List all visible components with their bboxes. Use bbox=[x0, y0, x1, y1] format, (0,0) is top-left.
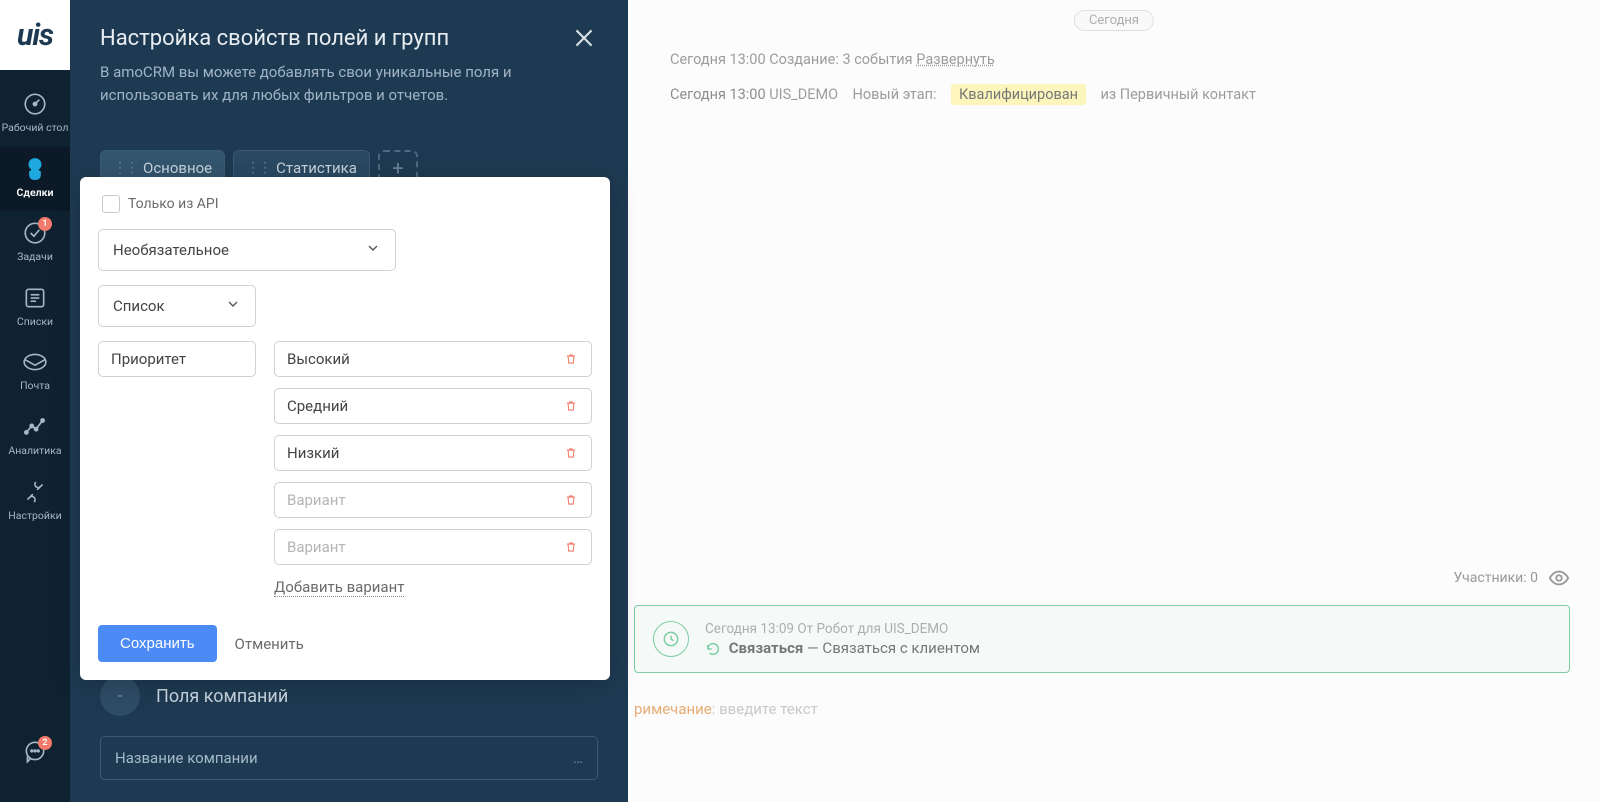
option-input-empty[interactable]: Вариант bbox=[274, 482, 592, 518]
section-title: Поля компаний bbox=[156, 686, 288, 707]
tab-label: Основное bbox=[143, 159, 212, 177]
company-icon bbox=[100, 676, 140, 716]
cancel-button[interactable]: Отменить bbox=[235, 635, 304, 653]
nav-label: Сделки bbox=[17, 187, 54, 200]
option-input-empty[interactable]: Вариант bbox=[274, 529, 592, 565]
field-name-input[interactable]: Приоритет bbox=[98, 341, 256, 377]
delete-icon[interactable] bbox=[563, 492, 579, 508]
nav-analytics[interactable]: Аналитика bbox=[0, 405, 70, 470]
timeline-row: Сегодня 13:00 Создание: 3 события Развер… bbox=[670, 48, 1570, 71]
required-select[interactable]: Необязательное bbox=[98, 229, 396, 271]
delete-icon[interactable] bbox=[563, 351, 579, 367]
task-action: Связаться bbox=[729, 639, 804, 657]
option-input[interactable]: Средний bbox=[274, 388, 592, 424]
timeline-text: Сегодня 13:00 Создание: 3 события bbox=[670, 51, 913, 68]
field-name-value: Приоритет bbox=[111, 350, 186, 368]
add-option-link[interactable]: Добавить вариант bbox=[274, 578, 404, 597]
task-main: Связаться — Связаться с клиентом bbox=[705, 639, 980, 657]
deals-icon bbox=[21, 155, 49, 183]
overlay-dim bbox=[628, 0, 1600, 802]
nav-label: Списки bbox=[17, 316, 53, 329]
close-button[interactable] bbox=[570, 24, 598, 52]
field-editor-modal: Только из API Необязательное Список Прио… bbox=[80, 177, 610, 680]
option-input[interactable]: Низкий bbox=[274, 435, 592, 471]
note-label: римечание bbox=[634, 700, 712, 718]
nav-lists[interactable]: Списки bbox=[0, 276, 70, 341]
tab-label: Статистика bbox=[276, 159, 357, 177]
expand-link[interactable]: Развернуть bbox=[916, 51, 995, 68]
timeline-label: Новый этап: bbox=[853, 86, 937, 103]
nav-chat[interactable]: 2 bbox=[0, 730, 70, 782]
nav-label: Настройки bbox=[8, 510, 61, 523]
logo-text: uis bbox=[17, 18, 53, 53]
api-only-label: Только из API bbox=[128, 196, 219, 212]
delete-icon[interactable] bbox=[563, 445, 579, 461]
chevron-down-icon bbox=[365, 240, 381, 260]
modal-actions: Сохранить Отменить bbox=[98, 625, 592, 662]
options-list: Высокий Средний Низкий Вариант bbox=[274, 341, 592, 597]
task-text: Сегодня 13:09 От Робот для UIS_DEMO Связ… bbox=[705, 621, 980, 657]
more-icon: … bbox=[573, 749, 583, 767]
nav-settings[interactable]: Настройки bbox=[0, 470, 70, 535]
logo-area: uis bbox=[0, 0, 70, 70]
option-input[interactable]: Высокий bbox=[274, 341, 592, 377]
lists-icon bbox=[21, 284, 49, 312]
task-card[interactable]: Сегодня 13:09 От Робот для UIS_DEMO Связ… bbox=[634, 605, 1570, 673]
nav-tasks[interactable]: 1 Задачи bbox=[0, 211, 70, 276]
panel-subtitle: В amoCRM вы можете добавлять свои уникал… bbox=[100, 61, 530, 106]
timeline-row: Сегодня 13:00 UIS_DEMO Новый этап: Квали… bbox=[670, 83, 1570, 106]
timeline-time: Сегодня 13:00 bbox=[670, 86, 766, 103]
reload-icon bbox=[705, 641, 721, 657]
note-row[interactable]: римечание: введите текст bbox=[634, 700, 818, 718]
nav-mail[interactable]: Почта bbox=[0, 340, 70, 405]
task-meta: Сегодня 13:09 От Робот для UIS_DEMO bbox=[705, 621, 980, 637]
select-value: Список bbox=[113, 297, 165, 315]
task-desc: — Связаться с клиентом bbox=[803, 639, 980, 657]
dashboard-icon bbox=[21, 90, 49, 118]
nav-label: Почта bbox=[20, 380, 50, 393]
clock-icon bbox=[653, 621, 689, 657]
status-chip: Квалифицирован bbox=[951, 84, 1086, 105]
chat-badge: 2 bbox=[38, 736, 52, 750]
analytics-icon bbox=[21, 413, 49, 441]
settings-icon bbox=[21, 478, 49, 506]
type-select[interactable]: Список bbox=[98, 285, 256, 327]
participants[interactable]: Участники: 0 bbox=[1454, 567, 1570, 589]
eye-icon bbox=[1548, 567, 1570, 589]
company-fields-section: Поля компаний bbox=[100, 676, 598, 716]
field-placeholder: Название компании bbox=[115, 749, 258, 767]
participants-label: Участники: 0 bbox=[1454, 570, 1538, 586]
timeline: Сегодня 13:00 Создание: 3 события Развер… bbox=[670, 48, 1570, 118]
select-value: Необязательное bbox=[113, 241, 229, 259]
option-value: Высокий bbox=[287, 350, 350, 368]
sidebar-nav: Рабочий стол Сделки 1 Задачи Списки По bbox=[0, 70, 70, 802]
tasks-badge: 1 bbox=[38, 217, 52, 231]
drag-handle-icon: ⋮⋮ bbox=[246, 160, 270, 176]
company-name-field[interactable]: Название компании … bbox=[100, 736, 598, 780]
option-value: Средний bbox=[287, 397, 348, 415]
deal-timeline-area: Сегодня Сегодня 13:00 Создание: 3 событи… bbox=[628, 0, 1600, 802]
mail-icon bbox=[21, 348, 49, 376]
option-placeholder: Вариант bbox=[287, 491, 346, 509]
panel-title: Настройка свойств полей и групп bbox=[100, 26, 598, 51]
nav-deals[interactable]: Сделки bbox=[0, 147, 70, 212]
today-chip: Сегодня bbox=[1074, 10, 1154, 31]
nav-label: Рабочий стол bbox=[2, 122, 69, 135]
nav-label: Задачи bbox=[17, 251, 53, 264]
note-placeholder: : введите текст bbox=[712, 700, 818, 718]
timeline-user: UIS_DEMO bbox=[769, 86, 838, 103]
chevron-down-icon bbox=[225, 296, 241, 316]
sidebar: uis Рабочий стол Сделки 1 Задачи Спис bbox=[0, 0, 70, 802]
option-value: Низкий bbox=[287, 444, 339, 462]
drag-handle-icon: ⋮⋮ bbox=[113, 160, 137, 176]
nav-dashboard[interactable]: Рабочий стол bbox=[0, 82, 70, 147]
api-only-checkbox[interactable] bbox=[102, 195, 120, 213]
delete-icon[interactable] bbox=[563, 539, 579, 555]
save-button[interactable]: Сохранить bbox=[98, 625, 217, 662]
timeline-from: из Первичный контакт bbox=[1100, 86, 1256, 103]
nav-label: Аналитика bbox=[8, 445, 61, 458]
option-placeholder: Вариант bbox=[287, 538, 346, 556]
api-only-row[interactable]: Только из API bbox=[98, 195, 592, 213]
delete-icon[interactable] bbox=[563, 398, 579, 414]
